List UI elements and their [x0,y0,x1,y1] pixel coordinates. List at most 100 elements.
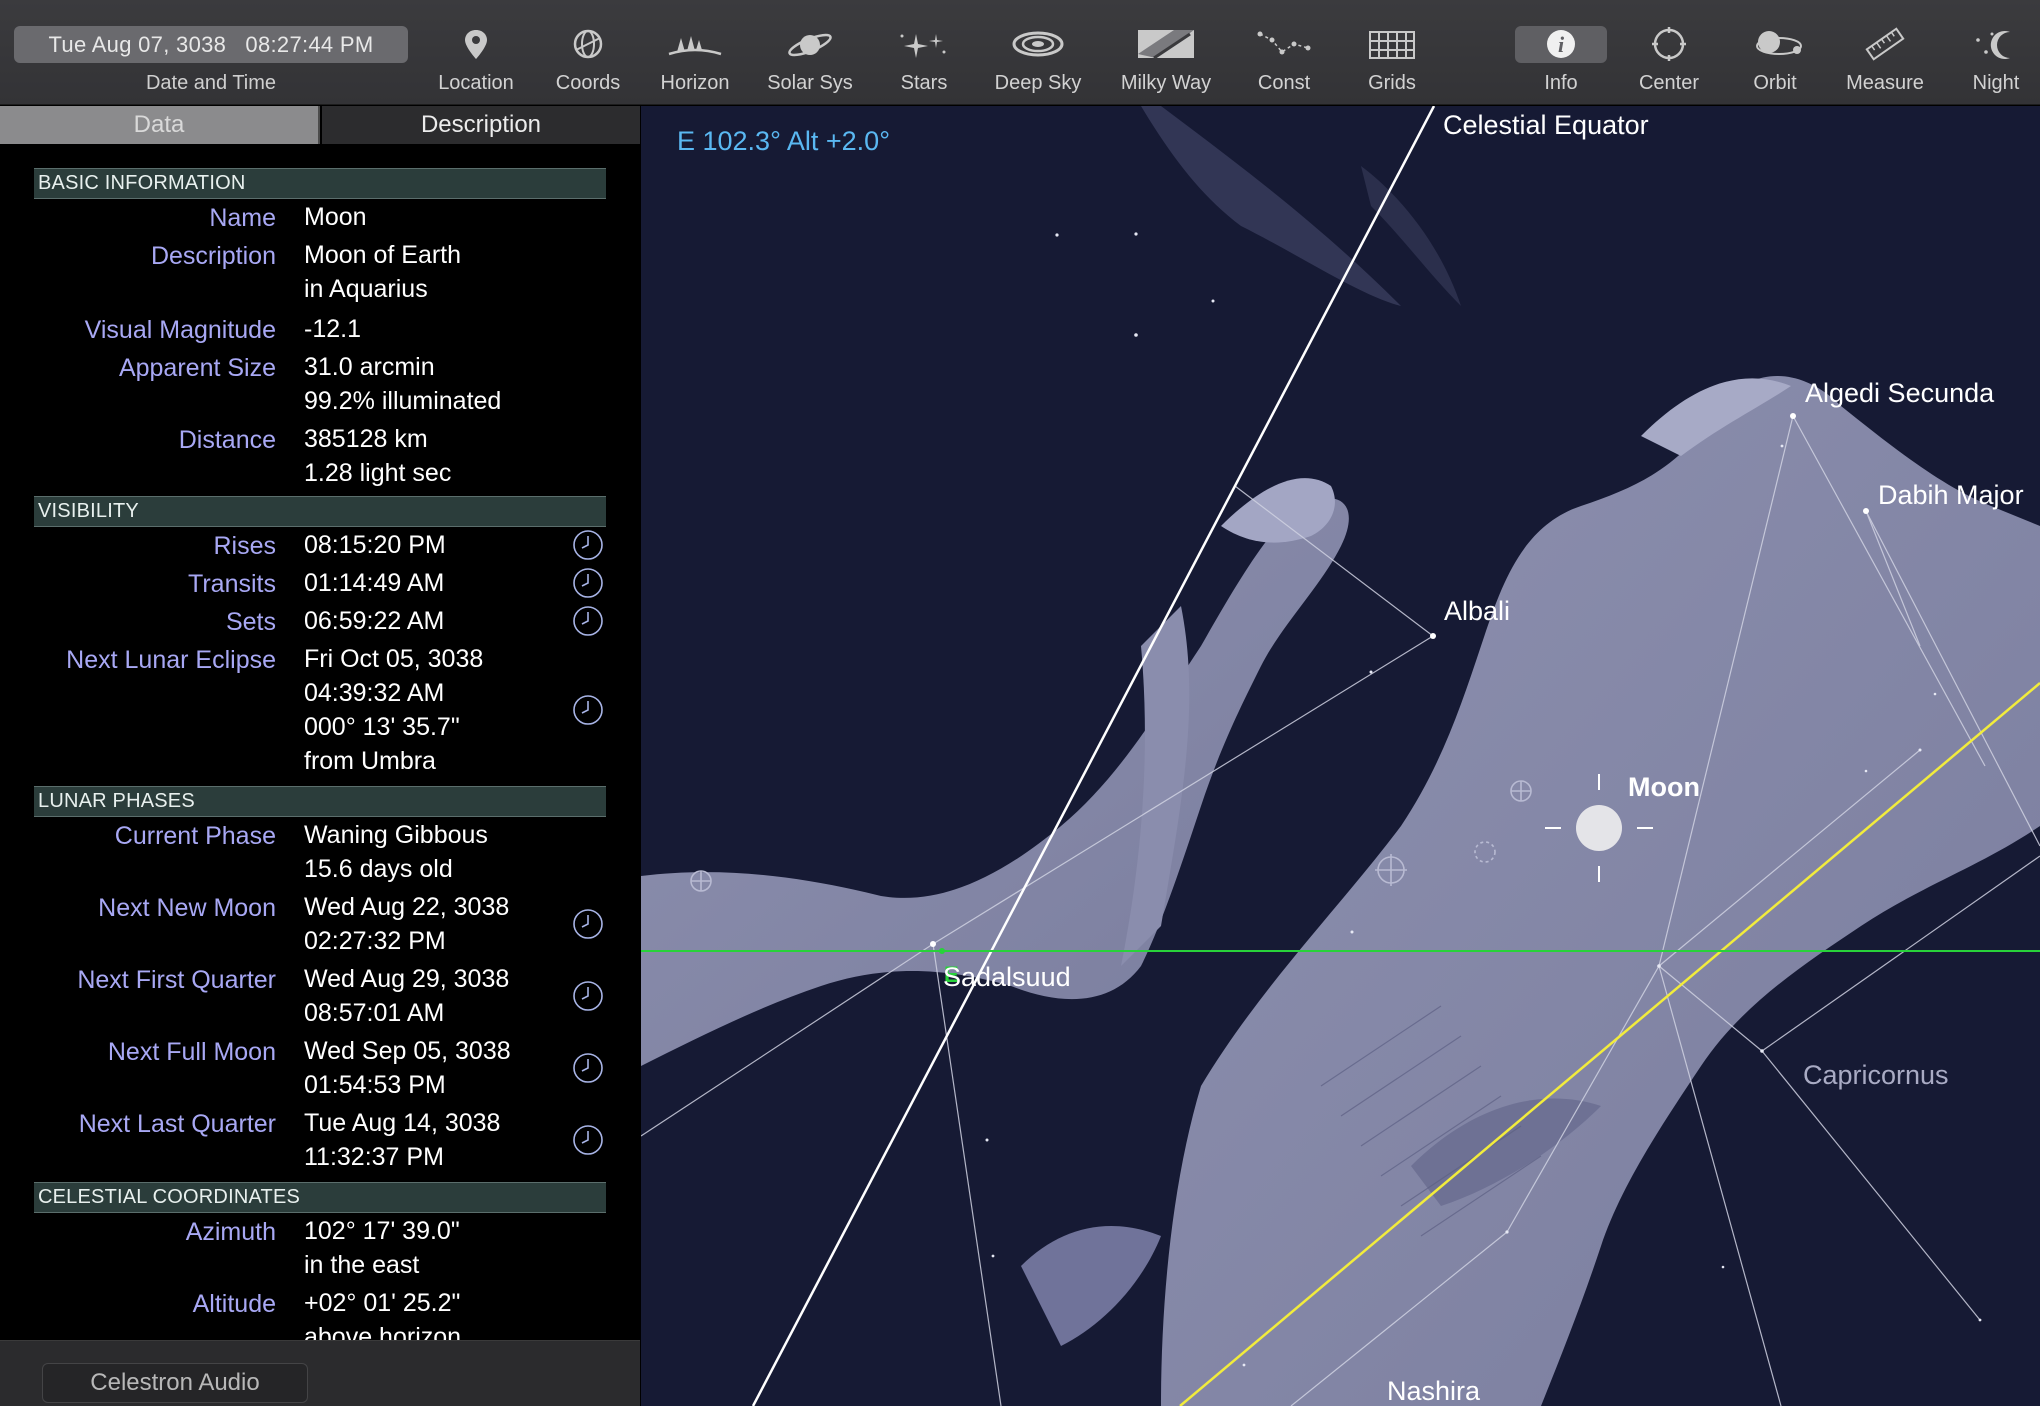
panel-tabs: Data Description [0,106,640,144]
tab-data[interactable]: Data [0,106,320,144]
view-direction-readout: E 102.3° Alt +2.0° [677,126,890,156]
next-lunar-eclipse-line2: 04:39:32 AM [304,679,445,707]
ruler-icon [1853,26,1917,66]
transits-clock-icon[interactable] [572,567,604,599]
azimuth-line2: in the east [304,1251,420,1279]
sky-chart[interactable] [641,106,2040,1406]
const-label: Const [1257,72,1311,94]
tab-description[interactable]: Description [322,106,640,144]
info-button[interactable]: i Info [1506,16,1616,100]
moon-label[interactable]: Moon [1628,772,1700,803]
next-new-moon-line1: Wed Aug 22, 3038 [304,893,510,921]
first-quarter-clock-icon[interactable] [572,980,604,1012]
grid-icon [1360,26,1424,66]
azimuth-line1: 102° 17' 39.0" [304,1217,460,1245]
orbit-label: Orbit [1753,72,1797,94]
description-value-line2: in Aquarius [304,275,428,303]
horizon-label: Horizon [660,72,730,94]
algedi-secunda-label[interactable]: Algedi Secunda [1805,378,1994,409]
last-quarter-clock-icon[interactable] [572,1124,604,1156]
rises-clock-icon[interactable] [572,529,604,561]
datetime-label: Date and Time [145,72,277,94]
section-visibility: VISIBILITY [34,496,606,527]
next-first-quarter-line1: Wed Aug 29, 3038 [304,965,510,993]
solar-sys-button[interactable]: Solar Sys [755,16,865,100]
celestron-audio-button[interactable]: Celestron Audio [42,1363,308,1403]
datetime-field[interactable]: Tue Aug 07, 3038 08:27:44 PM [14,26,408,63]
capricornus-label[interactable]: Capricornus [1803,1060,1949,1091]
dabih-major-label[interactable]: Dabih Major [1878,480,2024,511]
grids-label: Grids [1368,72,1416,94]
sadalsuud-label[interactable]: Sadalsuud [943,962,1071,993]
status-bar: Celestron Audio [0,1340,640,1406]
svg-text:i: i [1558,32,1565,57]
stars-label: Stars [900,72,948,94]
grids-button[interactable]: Grids [1337,16,1447,100]
info-data-list[interactable]: BASIC INFORMATION Name Moon Description … [0,144,640,1340]
next-lunar-eclipse-line3: 000° 13' 35.7" [304,713,460,741]
section-lunar-phases: LUNAR PHASES [34,786,606,817]
info-panel: Data Description BASIC INFORMATION Name … [0,106,640,1340]
next-new-moon-line2: 02:27:32 PM [304,927,446,955]
coords-icon [556,26,620,66]
distance-value-line1: 385128 km [304,425,428,453]
section-basic-information: BASIC INFORMATION [34,168,606,199]
coords-button[interactable]: Coords [533,16,643,100]
rises-key: Rises [213,532,276,560]
location-pin-icon [444,26,508,66]
rises-value: 08:15:20 PM [304,531,446,559]
toolbar: Tue Aug 07, 3038 08:27:44 PM Date and Ti… [0,0,2040,105]
milky-way-button[interactable]: Milky Way [1111,16,1221,100]
azimuth-key: Azimuth [185,1218,276,1246]
orbit-icon [1743,26,1807,66]
stars-button[interactable]: Stars [869,16,979,100]
next-new-moon-key: Next New Moon [98,894,276,922]
current-phase-line1: Waning Gibbous [304,821,488,849]
constellation-artwork [641,106,2040,1406]
measure-label: Measure [1846,72,1924,94]
sets-clock-icon[interactable] [572,605,604,637]
sky-view[interactable]: E 102.3° Alt +2.0° Celestial Equator Alg… [641,106,2040,1406]
location-button[interactable]: Location [421,16,531,100]
center-icon [1637,26,1701,66]
horizon-icon [663,26,727,66]
center-button[interactable]: Center [1614,16,1724,100]
east-point-marker [939,948,945,954]
milky-way-icon [1134,26,1198,66]
transits-value: 01:14:49 AM [304,569,445,597]
apparent-size-key: Apparent Size [118,354,276,382]
deep-sky-button[interactable]: Deep Sky [983,16,1093,100]
orbit-button[interactable]: Orbit [1720,16,1830,100]
description-value-line1: Moon of Earth [304,241,462,269]
next-last-quarter-line2: 11:32:37 PM [304,1143,444,1171]
new-moon-clock-icon[interactable] [572,908,604,940]
name-value: Moon [304,203,367,231]
next-lunar-eclipse-line1: Fri Oct 05, 3038 [304,645,484,673]
horizon-button[interactable]: Horizon [640,16,750,100]
info-icon: i [1515,26,1607,63]
stars-icon [892,26,956,66]
eclipse-clock-icon[interactable] [572,694,604,726]
current-phase-line2: 15.6 days old [304,855,453,883]
next-full-moon-line2: 01:54:53 PM [304,1071,446,1099]
albali-label[interactable]: Albali [1444,596,1510,627]
galaxy-icon [1006,26,1070,66]
description-key: Description [150,242,276,270]
full-moon-clock-icon[interactable] [572,1052,604,1084]
night-button[interactable]: Night [1941,16,2040,100]
transits-key: Transits [188,570,276,598]
section-celestial-coordinates: CELESTIAL COORDINATES [34,1182,606,1213]
nashira-label[interactable]: Nashira [1387,1376,1480,1406]
altitude-line1: +02° 01' 25.2" [304,1289,461,1317]
next-lunar-eclipse-line4: from Umbra [304,747,436,775]
next-last-quarter-line1: Tue Aug 14, 3038 [304,1109,501,1137]
measure-button[interactable]: Measure [1830,16,1940,100]
visual-magnitude-key: Visual Magnitude [84,316,276,344]
deep-sky-label: Deep Sky [994,72,1082,94]
next-lunar-eclipse-key: Next Lunar Eclipse [66,646,276,674]
next-first-quarter-key: Next First Quarter [77,966,276,994]
night-label: Night [1972,72,2020,94]
altitude-key: Altitude [192,1290,276,1318]
const-button[interactable]: Const [1229,16,1339,100]
apparent-size-value-line2: 99.2% illuminated [304,387,502,415]
